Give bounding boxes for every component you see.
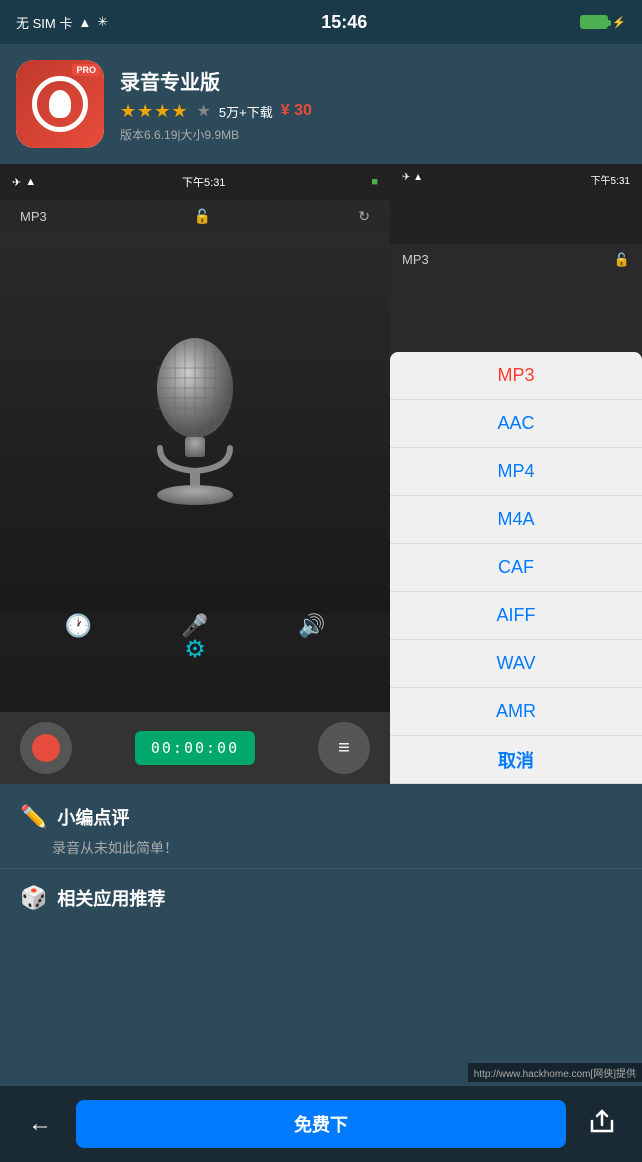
- back-button[interactable]: ←: [16, 1100, 64, 1148]
- ss-right-airplane: ✈: [402, 172, 410, 183]
- download-button[interactable]: 免费下: [76, 1100, 566, 1148]
- app-info: 录音专业版 ★★★★ ★ 5万+下载 ¥ 30 版本6.6.19|大小9.9MB: [120, 66, 626, 143]
- screenshot-area: ✈ ▲ 下午5:31 ■ MP3 🔓 ↻: [0, 164, 642, 784]
- microphone-svg: [125, 333, 265, 513]
- battery-icon: [580, 15, 608, 29]
- format-mp4-label: MP4: [497, 461, 534, 482]
- wifi-icon: ▲: [78, 15, 91, 30]
- ss-lock-icon: 🔓: [194, 208, 211, 225]
- ss-format-bar: MP3 🔓 ↻: [0, 200, 390, 233]
- format-m4a[interactable]: M4A: [390, 496, 642, 544]
- ss-right-format: MP3: [402, 252, 429, 268]
- share-icon: [588, 1107, 616, 1142]
- review-title: 小编点评: [57, 804, 129, 830]
- app-icon: PRO: [16, 60, 104, 148]
- ss-airplane-icon: ✈: [12, 176, 21, 189]
- format-wav-label: WAV: [497, 653, 536, 674]
- list-button[interactable]: ≡: [318, 722, 370, 774]
- review-icon: ✏️: [20, 804, 47, 830]
- ss-right-status-left: ✈ ▲: [402, 172, 423, 187]
- status-time: 15:46: [321, 12, 367, 33]
- format-m4a-label: M4A: [497, 509, 534, 530]
- back-icon: ←: [28, 1110, 52, 1138]
- status-right: ⚡: [580, 15, 626, 29]
- format-cancel-label: 取消: [498, 747, 534, 773]
- ss-right-top: ✈ ▲ 下午5:31: [390, 164, 642, 244]
- ss-wifi-icon: ▲: [25, 176, 36, 188]
- review-header: ✏️ 小编点评: [20, 804, 622, 830]
- record-button[interactable]: [20, 722, 72, 774]
- related-title: 相关应用推荐: [57, 885, 165, 911]
- ss-right-lock: 🔓: [614, 252, 630, 268]
- battery-bolt: ⚡: [612, 16, 626, 29]
- pro-badge: PRO: [72, 64, 100, 76]
- ss-right-status: ✈ ▲ 下午5:31: [402, 172, 630, 187]
- microphone-area: [0, 233, 390, 613]
- app-icon-microphone: [32, 76, 88, 132]
- status-left: 无 SIM 卡 ▲ ✳: [16, 13, 108, 32]
- app-meta: 版本6.6.19|大小9.9MB: [120, 126, 626, 143]
- ss-right-format-bar: MP3 🔓: [390, 244, 642, 276]
- format-aiff-label: AIFF: [497, 605, 536, 626]
- record-dot: [32, 734, 60, 762]
- format-mp4[interactable]: MP4: [390, 448, 642, 496]
- download-count: 5万+下载: [219, 102, 273, 121]
- signal-icon: ✳: [97, 14, 108, 30]
- status-bar: 无 SIM 卡 ▲ ✳ 15:46 ⚡: [0, 0, 642, 44]
- format-aac[interactable]: AAC: [390, 400, 642, 448]
- star-empty: ★: [197, 101, 211, 121]
- ss-refresh-icon: ↻: [358, 208, 370, 225]
- app-rating: ★★★★ ★ 5万+下载 ¥ 30: [120, 101, 626, 122]
- format-amr-label: AMR: [496, 701, 536, 722]
- format-aiff[interactable]: AIFF: [390, 592, 642, 640]
- related-icon: 🎲: [20, 885, 47, 911]
- format-mp3[interactable]: MP3: [390, 352, 642, 400]
- format-cancel[interactable]: 取消: [390, 736, 642, 784]
- download-label: 免费下: [294, 1111, 348, 1137]
- ss-right-time: 下午5:31: [591, 172, 630, 187]
- star-filled: ★★★★: [120, 101, 189, 122]
- ss-format-label: MP3: [20, 209, 47, 224]
- spacer: [0, 927, 642, 1027]
- ss-left-status-bar: ✈ ▲ 下午5:31 ■: [0, 164, 390, 200]
- ss-left-battery: ■: [371, 176, 378, 188]
- record-bar: 00:00:00 ≡: [0, 712, 390, 784]
- app-name: 录音专业版: [120, 66, 626, 95]
- app-price: ¥ 30: [281, 102, 312, 120]
- format-aac-label: AAC: [497, 413, 534, 434]
- volume-icon[interactable]: 🔊: [298, 613, 325, 639]
- carrier-label: 无 SIM 卡: [16, 13, 72, 32]
- format-wav[interactable]: WAV: [390, 640, 642, 688]
- timer-display: 00:00:00: [135, 731, 255, 765]
- format-caf[interactable]: CAF: [390, 544, 642, 592]
- related-section[interactable]: 🎲 相关应用推荐: [0, 868, 642, 927]
- app-header: PRO 录音专业版 ★★★★ ★ 5万+下载 ¥ 30 版本6.6.19|大小9…: [0, 44, 642, 164]
- review-text: 录音从未如此简单！: [52, 838, 622, 858]
- screenshot-left: ✈ ▲ 下午5:31 ■ MP3 🔓 ↻: [0, 164, 390, 784]
- review-section: ✏️ 小编点评 录音从未如此简单！: [0, 784, 642, 868]
- screenshot-right: ✈ ▲ 下午5:31 MP3 🔓 MP3 AAC MP4: [390, 164, 642, 784]
- bottom-bar: ← 免费下: [0, 1086, 642, 1162]
- format-mp3-label: MP3: [497, 365, 534, 386]
- format-amr[interactable]: AMR: [390, 688, 642, 736]
- format-picker: MP3 AAC MP4 M4A CAF AIFF WAV: [390, 352, 642, 784]
- share-button[interactable]: [578, 1100, 626, 1148]
- ss-left-time: 下午5:31: [182, 174, 225, 190]
- settings-icon[interactable]: ⚙: [184, 635, 206, 664]
- ss-left-status-left: ✈ ▲: [12, 176, 36, 189]
- watermark: http://www.hackhome.com[网侠]提供: [468, 1063, 642, 1082]
- format-caf-label: CAF: [498, 557, 534, 578]
- clock-icon[interactable]: 🕐: [65, 613, 92, 639]
- ss-right-wifi: ▲: [413, 172, 423, 183]
